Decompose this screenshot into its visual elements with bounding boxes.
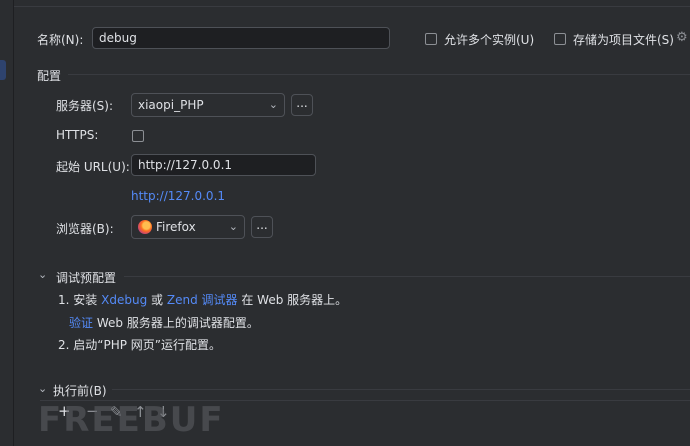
top-divider	[14, 6, 690, 7]
browser-select[interactable]: Firefox ⌄	[131, 215, 245, 239]
watermark-logo: FREEBUF	[38, 400, 225, 440]
step1: 1. 安装 Xdebug 或 Zend 调试器 在 Web 服务器上。	[58, 291, 347, 308]
step2-number: 2.	[58, 338, 70, 352]
allow-multiple-label: 允许多个实例(U)	[444, 33, 535, 47]
start-url-label: 起始 URL(U):	[56, 160, 130, 174]
xdebug-link[interactable]: Xdebug	[101, 293, 147, 307]
browser-more-button[interactable]: ...	[251, 216, 273, 238]
verify-line: 验证 Web 服务器上的调试器配置。	[69, 314, 259, 331]
sidebar-selection	[0, 60, 6, 80]
config-title: 配置	[37, 69, 62, 83]
step1-text-c: 在 Web 服务器上。	[241, 293, 348, 307]
step2: 2. 启动“PHP 网页”运行配置。	[58, 336, 221, 353]
config-divider	[68, 74, 690, 75]
verify-link[interactable]: 验证	[69, 316, 93, 330]
start-url-link[interactable]: http://127.0.0.1	[131, 189, 225, 203]
gear-icon[interactable]: ⚙	[676, 30, 688, 45]
name-label: 名称(N):	[37, 33, 84, 47]
zend-debugger-link[interactable]: Zend 调试器	[167, 293, 238, 307]
debug-preconfig-title[interactable]: 调试预配置	[56, 269, 116, 286]
firefox-icon	[138, 220, 152, 234]
debug-preconfig-divider	[124, 276, 690, 277]
before-launch-divider	[112, 389, 690, 390]
store-as-project-label: 存储为项目文件(S)	[573, 33, 674, 47]
https-label: HTTPS:	[56, 128, 99, 142]
https-checkbox[interactable]	[132, 130, 144, 142]
store-as-project-checkbox[interactable]	[554, 33, 566, 45]
server-select[interactable]: xiaopi_PHP ⌄	[131, 93, 285, 117]
server-more-button[interactable]: ...	[291, 94, 313, 116]
chevron-down-icon[interactable]: ⌄	[38, 382, 47, 395]
allow-multiple-checkbox[interactable]	[425, 33, 437, 45]
server-label: 服务器(S):	[56, 99, 114, 113]
browser-label: 浏览器(B):	[56, 222, 114, 236]
step2-text: 启动“PHP 网页”运行配置。	[73, 338, 222, 352]
step1-text-b: 或	[151, 293, 164, 307]
name-input[interactable]: debug	[92, 27, 390, 49]
chevron-down-icon[interactable]: ⌄	[38, 268, 47, 281]
start-url-input[interactable]: http://127.0.0.1	[131, 154, 316, 176]
before-launch-title[interactable]: 执行前(B)	[53, 382, 107, 399]
verify-text: Web 服务器上的调试器配置。	[96, 316, 259, 330]
chevron-down-icon: ⌄	[228, 220, 238, 233]
chevron-down-icon: ⌄	[268, 98, 278, 111]
sidebar	[0, 0, 14, 446]
browser-select-value: Firefox	[156, 220, 196, 234]
server-select-value: xiaopi_PHP	[138, 98, 204, 112]
step1-text-a: 安装	[73, 293, 98, 307]
step1-number: 1.	[58, 293, 70, 307]
